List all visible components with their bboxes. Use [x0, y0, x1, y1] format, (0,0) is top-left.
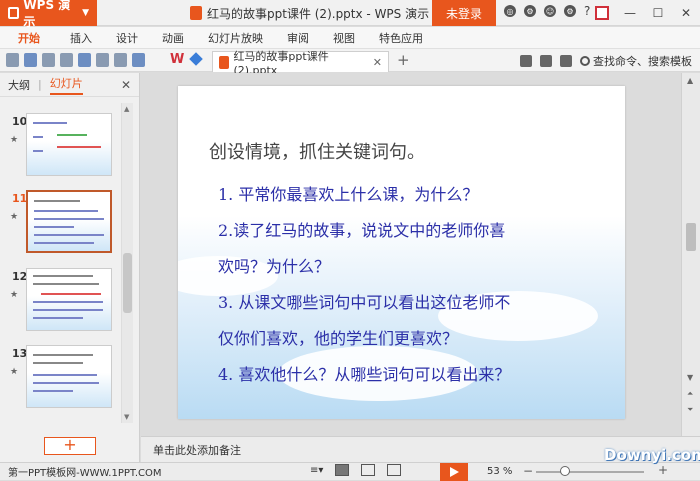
tab-home[interactable]: 开始	[0, 27, 58, 49]
tab-slides[interactable]: 幻灯片	[49, 75, 83, 95]
slide-sorter-icon[interactable]	[361, 464, 376, 476]
app-name: WPS 演示	[23, 0, 71, 29]
add-slide-button[interactable]: +	[44, 437, 96, 455]
cloud-icon[interactable]	[189, 52, 203, 66]
slide-title[interactable]: 创设情境，抓住关键词句。	[209, 138, 425, 164]
window-title: 红马的故事ppt课件 (2).pptx - WPS 演示	[190, 0, 429, 26]
tab-outline[interactable]: 大纲	[8, 77, 30, 93]
panel-tabs: 大纲 | 幻灯片 ✕	[0, 73, 139, 97]
redo-icon[interactable]	[114, 53, 127, 67]
canvas-scrollbar[interactable]: ▲ ▼ ⏶ ⏷	[681, 73, 700, 436]
scrollbar-thumb[interactable]	[123, 253, 132, 313]
window-title-text: 红马的故事ppt课件 (2).pptx - WPS 演示	[207, 6, 430, 21]
quick-access-icons	[6, 53, 145, 67]
presentation-file-icon	[219, 55, 230, 69]
thumbnail-scrollbar[interactable]: ▲ ▼	[121, 103, 133, 423]
play-slideshow-button[interactable]	[440, 463, 468, 481]
document-tab[interactable]: 红马的故事ppt课件 (2).pptx ✕	[212, 50, 389, 77]
slide-line: 4. 喜欢他什么？从哪些词句可以看出来？	[218, 365, 511, 384]
tab-review[interactable]: 审阅	[275, 27, 321, 49]
customize-icon[interactable]	[132, 53, 145, 67]
tab-slideshow[interactable]: 幻灯片放映	[196, 27, 275, 49]
slide-line: 2.读了红马的故事，说说文中的老师你喜	[218, 221, 506, 240]
slide-line: 3. 从课文哪些词句中可以看出这位老师不	[218, 293, 511, 312]
slides-panel: 大纲 | 幻灯片 ✕ 10 ★ 11 ★ 12 ★ 13 ★ ▲ ▼ +	[0, 73, 140, 463]
quick-toolbar: W 红马的故事ppt课件 (2).pptx ✕ + 查找命令、搜索模板	[0, 49, 700, 77]
slide-line: 欢吗？为什么？	[218, 257, 331, 276]
star-icon: ★	[10, 367, 19, 377]
settings-icon[interactable]: ⚙	[524, 5, 536, 17]
save-icon[interactable]	[24, 53, 37, 67]
slide-canvas-area: 创设情境，抓住关键词句。 1. 平常你最喜欢上什么课，为什么？ 2.读了红马的故…	[141, 73, 681, 436]
tab-design[interactable]: 设计	[104, 27, 150, 49]
arrow-down-icon[interactable]: ▼	[687, 373, 693, 382]
ribbon-tabs: 开始 插入 设计 动画 幻灯片放映 审阅 视图 特色应用	[0, 27, 700, 49]
arrow-up-icon[interactable]: ▲	[687, 76, 693, 85]
previous-slide-icon[interactable]: ⏶	[687, 389, 693, 399]
slide-line: 仅你们喜欢，他的学生们更喜欢？	[218, 329, 459, 348]
login-button[interactable]: 未登录	[432, 0, 496, 26]
window-controls: — ☐ ✕	[588, 0, 700, 26]
menu-icon[interactable]	[560, 55, 572, 67]
print-icon[interactable]	[42, 53, 55, 67]
slide-body-text[interactable]: 1. 平常你最喜欢上什么课，为什么？ 2.读了红马的故事，说说文中的老师你喜 欢…	[218, 177, 598, 393]
arrow-down-icon[interactable]: ▼	[124, 413, 129, 421]
print-preview-icon[interactable]	[60, 53, 73, 67]
view-buttons: ≡▾	[310, 464, 402, 476]
undo-icon[interactable]	[96, 53, 109, 67]
status-bar: 第一PPT模板网-WWW.1PPT.COM ≡▾ 53 % − +	[0, 462, 700, 481]
slide-canvas[interactable]: 创设情境，抓住关键词句。 1. 平常你最喜欢上什么课，为什么？ 2.读了红马的故…	[178, 86, 625, 419]
minimize-icon[interactable]: —	[616, 0, 644, 26]
feedback-icon[interactable]: ☺	[544, 5, 556, 17]
next-slide-icon[interactable]: ⏷	[687, 405, 693, 415]
format-painter-icon[interactable]	[78, 53, 91, 67]
gear-icon[interactable]: ⚙	[564, 5, 576, 17]
normal-view-icon[interactable]	[335, 464, 350, 476]
star-icon: ★	[10, 135, 19, 145]
comment-icon[interactable]	[520, 55, 532, 67]
new-tab-icon[interactable]: +	[397, 51, 410, 69]
zoom-out-icon[interactable]: −	[523, 464, 533, 478]
star-icon: ★	[10, 290, 19, 300]
tab-insert[interactable]: 插入	[58, 27, 104, 49]
zoom-level[interactable]: 53 %	[487, 466, 512, 477]
scrollbar-thumb[interactable]	[686, 223, 696, 251]
command-search-label: 查找命令、搜索模板	[593, 55, 692, 68]
sort-icon[interactable]: ≡▾	[310, 465, 323, 476]
skin-icon[interactable]: ◎	[504, 5, 516, 17]
right-tools: 查找命令、搜索模板	[520, 53, 692, 69]
maximize-icon[interactable]: ☐	[644, 0, 672, 26]
watermark-logo: Downyi.com	[604, 446, 700, 464]
star-icon: ★	[10, 212, 19, 222]
tab-view[interactable]: 视图	[321, 27, 367, 49]
chevron-down-icon: ▼	[82, 8, 89, 18]
wps-app-menu-button[interactable]: WPS 演示 ▼	[0, 0, 97, 29]
open-icon[interactable]	[6, 53, 19, 67]
zoom-in-icon[interactable]: +	[658, 463, 668, 477]
tab-special-apps[interactable]: 特色应用	[367, 27, 435, 49]
command-search[interactable]: 查找命令、搜索模板	[580, 53, 692, 69]
status-site-text: 第一PPT模板网-WWW.1PPT.COM	[8, 468, 162, 479]
wps-logo-icon	[8, 7, 20, 19]
close-icon[interactable]: ✕	[672, 0, 700, 26]
close-icon[interactable]: ✕	[121, 78, 131, 92]
slide-thumbnail[interactable]	[26, 268, 112, 331]
close-icon[interactable]: ✕	[373, 56, 382, 69]
search-icon	[580, 56, 590, 66]
arrow-up-icon[interactable]: ▲	[124, 105, 129, 113]
tab-animation[interactable]: 动画	[150, 27, 196, 49]
title-bar: WPS 演示 ▼ 红马的故事ppt课件 (2).pptx - WPS 演示 未登…	[0, 0, 700, 29]
slide-thumbnail[interactable]	[26, 345, 112, 408]
touch-icon[interactable]	[540, 55, 552, 67]
zoom-slider[interactable]	[536, 471, 644, 473]
wps-w-icon[interactable]: W	[170, 52, 184, 67]
slide-thumbnail-selected[interactable]	[26, 190, 112, 253]
divider: |	[38, 78, 42, 91]
zoom-slider-handle[interactable]	[560, 466, 570, 476]
restore-icon[interactable]	[588, 0, 616, 26]
slide-thumbnail[interactable]	[26, 113, 112, 176]
reading-view-icon[interactable]	[387, 464, 402, 476]
presentation-file-icon	[190, 6, 202, 20]
slide-line: 1. 平常你最喜欢上什么课，为什么？	[218, 185, 479, 204]
